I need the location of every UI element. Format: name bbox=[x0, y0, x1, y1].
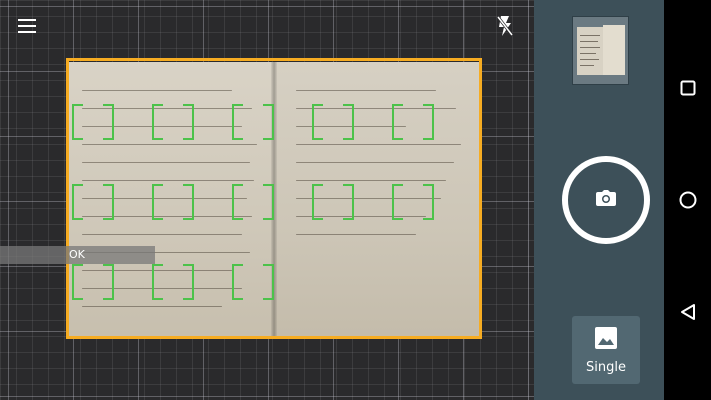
book-page-right bbox=[274, 62, 482, 336]
camera-viewfinder[interactable]: OK bbox=[0, 0, 534, 400]
focus-marker bbox=[152, 104, 194, 140]
focus-marker bbox=[72, 104, 114, 140]
thumbnail-text-line bbox=[580, 47, 600, 48]
focus-marker bbox=[72, 264, 114, 300]
last-scan-thumbnail[interactable] bbox=[572, 16, 629, 85]
circle-home-icon[interactable] bbox=[676, 188, 700, 212]
status-bar: OK bbox=[0, 246, 155, 264]
triangle-back-icon[interactable] bbox=[676, 300, 700, 324]
focus-marker bbox=[152, 264, 194, 300]
shutter-button[interactable] bbox=[562, 156, 650, 244]
square-recents-icon[interactable] bbox=[676, 76, 700, 100]
focus-marker bbox=[232, 264, 274, 300]
focus-marker bbox=[392, 184, 434, 220]
capture-mode-label: Single bbox=[586, 359, 626, 375]
thumbnail-text-line bbox=[580, 53, 596, 54]
thumbnail-page-right bbox=[603, 25, 625, 75]
focus-marker bbox=[152, 184, 194, 220]
capture-mode-button[interactable]: Single bbox=[572, 316, 640, 384]
status-text: OK bbox=[69, 248, 85, 261]
thumbnail-text-line bbox=[580, 41, 598, 42]
thumbnail-text-line bbox=[580, 65, 594, 66]
image-icon bbox=[594, 326, 618, 354]
focus-marker bbox=[72, 184, 114, 220]
thumbnail-text-line bbox=[580, 59, 599, 60]
focus-marker bbox=[312, 104, 354, 140]
camera-controls-panel: Single bbox=[534, 0, 664, 400]
focus-marker bbox=[232, 184, 274, 220]
flash-off-icon[interactable] bbox=[493, 14, 517, 38]
camera-icon bbox=[596, 190, 616, 210]
focus-marker bbox=[232, 104, 274, 140]
thumbnail-text-line bbox=[580, 35, 600, 36]
focus-marker bbox=[392, 104, 434, 140]
android-navigation-bar bbox=[664, 0, 711, 400]
focus-marker bbox=[312, 184, 354, 220]
hamburger-menu-icon[interactable] bbox=[15, 14, 39, 38]
